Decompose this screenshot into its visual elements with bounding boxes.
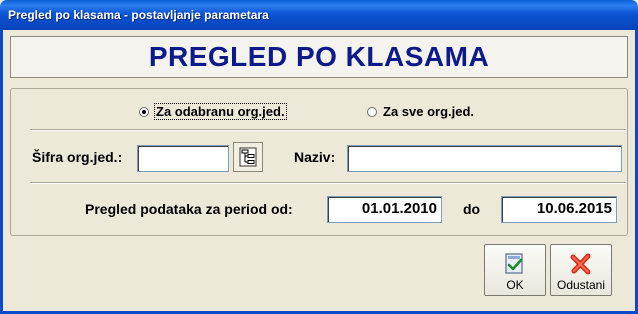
- period-to-label: do: [463, 201, 481, 217]
- checkmark-document-icon: [505, 253, 523, 274]
- ok-button-label: OK: [506, 278, 524, 292]
- period-to-input[interactable]: 10.06.2015: [501, 196, 617, 223]
- window-title: Pregled po klasama - postavljanje parame…: [8, 8, 269, 22]
- window-titlebar[interactable]: Pregled po klasama - postavljanje parame…: [0, 0, 638, 30]
- page-title: PREGLED PO KLASAMA: [148, 41, 490, 72]
- ok-button[interactable]: OK: [484, 244, 546, 296]
- radio-all-org-units[interactable]: Za sve org.jed.: [367, 104, 474, 119]
- org-tree-button[interactable]: [233, 142, 263, 172]
- radio-selected-org-unit-label: Za odabranu org.jed.: [154, 103, 287, 120]
- period-label: Pregled podataka za period od:: [85, 201, 293, 217]
- radio-dot-icon: [139, 106, 149, 117]
- cancel-button[interactable]: Odustani: [550, 244, 612, 296]
- divider: [30, 182, 626, 184]
- radio-all-org-units-label: Za sve org.jed.: [383, 104, 475, 119]
- tree-hierarchy-icon: [239, 147, 257, 167]
- divider: [30, 129, 626, 131]
- red-x-icon: [570, 253, 591, 275]
- org-code-label: Šifra org.jed.:: [32, 149, 123, 165]
- radio-selected-org-unit[interactable]: Za odabranu org.jed.: [139, 103, 287, 120]
- radio-dot-icon: [367, 106, 377, 117]
- period-from-input[interactable]: 01.01.2010: [327, 196, 442, 223]
- cancel-button-label: Odustani: [556, 278, 606, 292]
- org-code-input[interactable]: [137, 145, 229, 172]
- org-name-label: Naziv:: [294, 149, 336, 165]
- org-name-input[interactable]: [347, 145, 622, 172]
- header-panel: PREGLED PO KLASAMA: [10, 36, 628, 78]
